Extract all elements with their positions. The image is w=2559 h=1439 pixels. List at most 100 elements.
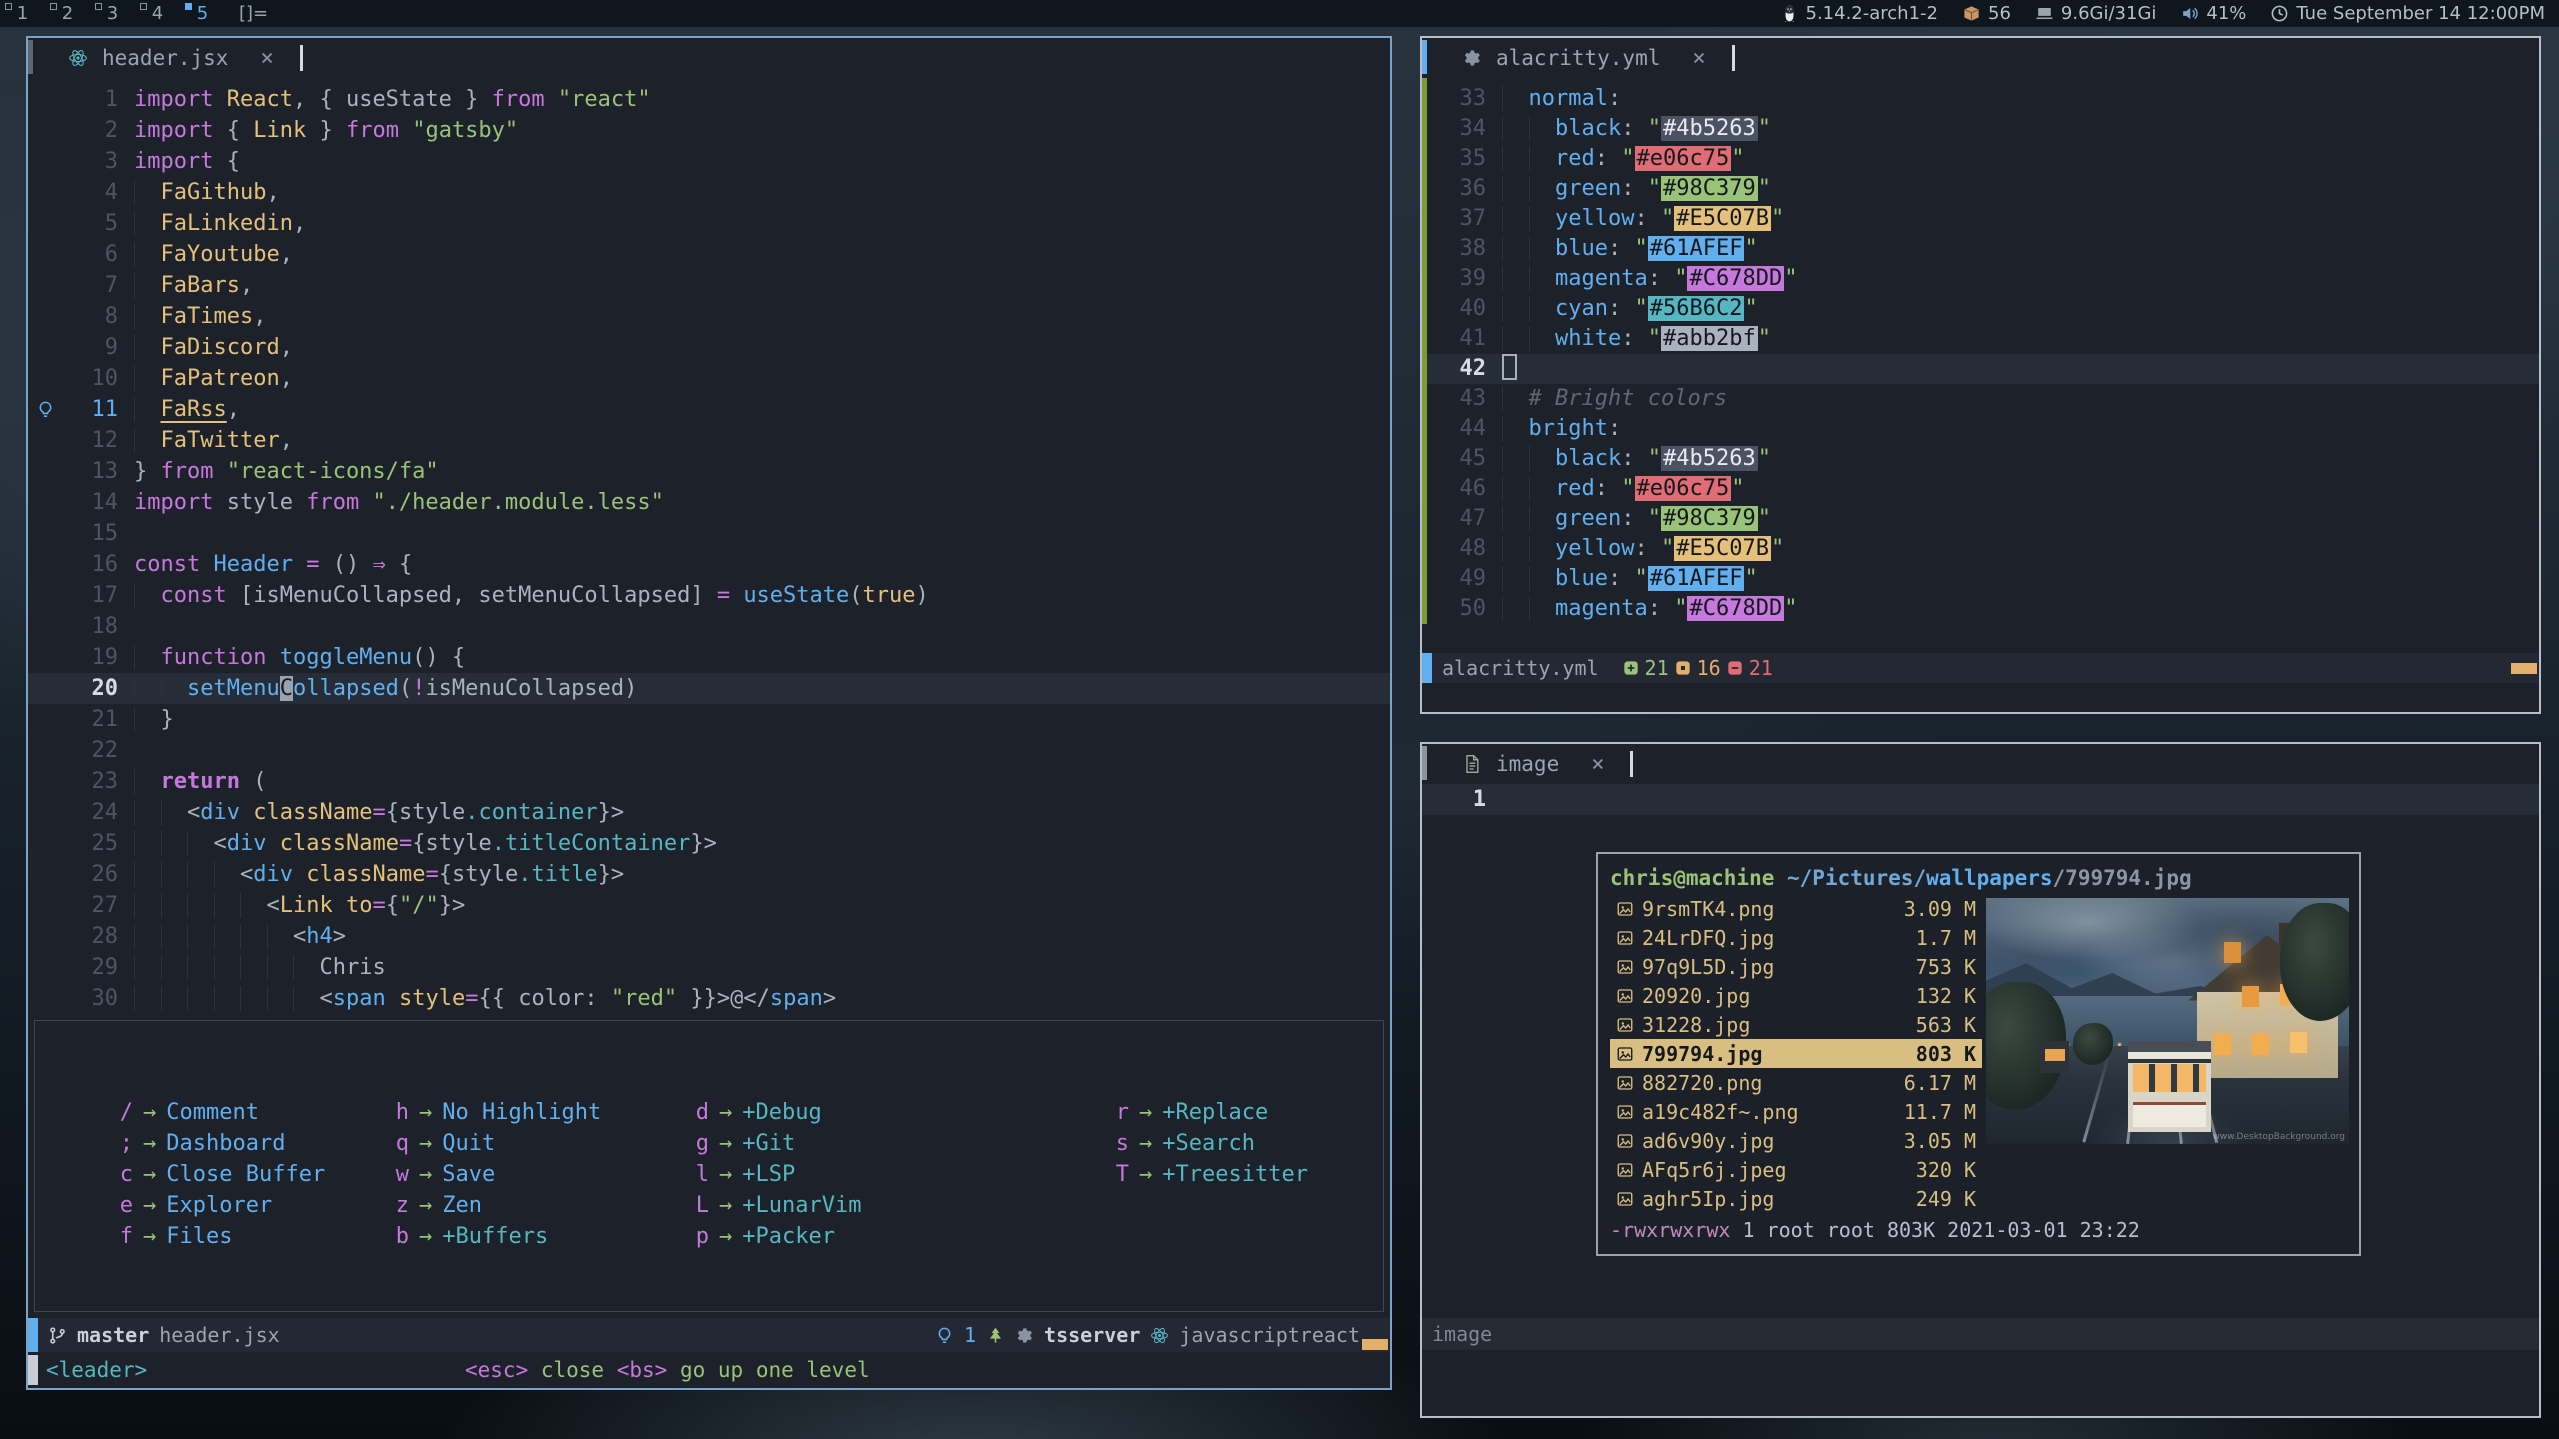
file-list-item[interactable]: ad6v90y.jpg3.05 M (1610, 1126, 1982, 1155)
code-line[interactable]: 33 normal: (1422, 84, 2539, 114)
close-icon[interactable]: × (260, 46, 273, 71)
code-line[interactable]: 22 (28, 735, 1390, 766)
code-line[interactable]: 7 FaBars, (28, 270, 1390, 301)
line-number: 36 (1434, 174, 1502, 204)
line-number: 25 (62, 828, 134, 859)
code-line[interactable]: 30 <span style={{ color: "red" }}>@</spa… (28, 983, 1390, 1014)
file-list-item[interactable]: 97q9L5D.jpg753 K (1610, 952, 1982, 981)
tab-image[interactable]: image × (1462, 751, 1633, 777)
code-line[interactable]: 28 <h4> (28, 921, 1390, 952)
code-line[interactable]: 43 # Bright colors (1422, 384, 2539, 414)
code-line[interactable]: 39 magenta: "#C678DD" (1422, 264, 2539, 294)
file-list-item[interactable]: AFq5r6j.jpeg320 K (1610, 1155, 1982, 1184)
code-line[interactable]: 1import React, { useState } from "react" (28, 84, 1390, 115)
code-line[interactable]: 45 black: "#4b5263" (1422, 444, 2539, 474)
code-line[interactable]: 35 red: "#e06c75" (1422, 144, 2539, 174)
line-number: 39 (1434, 264, 1502, 294)
code-line[interactable]: 21 } (28, 704, 1390, 735)
code-line[interactable]: 26 <div className={style.title}> (28, 859, 1390, 890)
code-line[interactable]: 12 FaTwitter, (28, 425, 1390, 456)
layout-symbol[interactable]: []= (239, 3, 268, 24)
code-line[interactable]: 2import { Link } from "gatsby" (28, 115, 1390, 146)
kernel-version: 5.14.2-arch1-2 (1806, 3, 1939, 24)
code-line[interactable]: 44 bright: (1422, 414, 2539, 444)
file-list-item[interactable]: a19c482f~.png11.7 M (1610, 1097, 1982, 1126)
code-line[interactable]: 25 <div className={style.titleContainer}… (28, 828, 1390, 859)
code-line[interactable]: 11 FaRss, (28, 394, 1390, 425)
code-line[interactable]: 38 blue: "#61AFEF" (1422, 234, 2539, 264)
code-line[interactable]: 5 FaLinkedin, (28, 208, 1390, 239)
file-list-item[interactable]: 20920.jpg132 K (1610, 981, 1982, 1010)
code-line[interactable]: 20 setMenuCollapsed(!isMenuCollapsed) (28, 673, 1390, 704)
code-line[interactable]: 34 black: "#4b5263" (1422, 114, 2539, 144)
code-line[interactable]: 8 FaTimes, (28, 301, 1390, 332)
prompt-path-dir: wallpapers (1926, 866, 2052, 890)
code-line[interactable]: 48 yellow: "#E5C07B" (1422, 534, 2539, 564)
line-number: 18 (62, 611, 134, 642)
code-line[interactable]: 42 (1422, 354, 2539, 384)
workspace-tag-5[interactable]: 5 (180, 0, 225, 27)
whichkey-binding: s→+Search (1115, 1128, 1383, 1159)
editor-window-alacritty-yml[interactable]: alacritty.yml × 33 normal:34 black: "#4b… (1420, 36, 2541, 714)
workspace-tag-3[interactable]: 3 (90, 0, 135, 27)
statusline-left: master header.jsx 1 tsserver javascriptr… (28, 1318, 1390, 1352)
whichkey-binding: b→+Buffers (395, 1221, 695, 1252)
close-icon[interactable]: × (1692, 46, 1705, 71)
editor-window-header-jsx[interactable]: header.jsx × 1import React, { useState }… (26, 36, 1392, 1390)
image-buffer[interactable]: 1 chris@machine ~/Pictures/wallpapers/79… (1422, 784, 2539, 1318)
git-added-sign-strip (1422, 78, 1427, 624)
file-list-item[interactable]: 24LrDFQ.jpg1.7 M (1610, 923, 1982, 952)
image-preview-window[interactable]: image × 1 chris@machine ~/Pictures/wallp… (1420, 742, 2541, 1418)
whichkey-popup: /→Commenth→No Highlightd→+Debugr→+Replac… (34, 1020, 1384, 1312)
workspace-tag-1[interactable]: 1 (0, 0, 45, 27)
code-line[interactable]: 3import { (28, 146, 1390, 177)
code-line[interactable]: 1 (1422, 784, 2539, 815)
code-line[interactable]: 13} from "react-icons/fa" (28, 456, 1390, 487)
close-icon[interactable]: × (1591, 752, 1604, 777)
bulb-icon[interactable] (28, 394, 62, 425)
file-list-item[interactable]: aghr5Ip.jpg249 K (1610, 1184, 1982, 1213)
diff-removed-icon (1727, 660, 1743, 676)
code-line[interactable]: 18 (28, 611, 1390, 642)
code-line[interactable]: 37 yellow: "#E5C07B" (1422, 204, 2539, 234)
code-line[interactable]: 41 white: "#abb2bf" (1422, 324, 2539, 354)
statusline-image: image (1422, 1318, 2539, 1350)
workspace-tag-4[interactable]: 4 (135, 0, 180, 27)
volume-icon (2180, 4, 2199, 23)
tab-alacritty-yml[interactable]: alacritty.yml × (1462, 45, 1735, 71)
code-line[interactable]: 17 const [isMenuCollapsed, setMenuCollap… (28, 580, 1390, 611)
workspace-tag-2[interactable]: 2 (45, 0, 90, 27)
line-number: 44 (1434, 414, 1502, 444)
code-line[interactable]: 47 green: "#98C379" (1422, 504, 2539, 534)
code-line[interactable]: 6 FaYoutube, (28, 239, 1390, 270)
code-line[interactable]: 46 red: "#e06c75" (1422, 474, 2539, 504)
code-line[interactable]: 19 function toggleMenu() { (28, 642, 1390, 673)
code-line[interactable]: 9 FaDiscord, (28, 332, 1390, 363)
code-editor-header-jsx[interactable]: 1import React, { useState } from "react"… (28, 78, 1390, 1318)
code-line[interactable]: 27 <Link to={"/"}> (28, 890, 1390, 921)
code-line[interactable]: 15 (28, 518, 1390, 549)
line-number: 6 (62, 239, 134, 270)
code-editor-alacritty[interactable]: 33 normal:34 black: "#4b5263"35 red: "#e… (1422, 78, 2539, 653)
file-list-item[interactable]: 9rsmTK4.png3.09 M (1610, 894, 1982, 923)
code-line[interactable]: 29 Chris (28, 952, 1390, 983)
code-line[interactable]: 24 <div className={style.container}> (28, 797, 1390, 828)
line-number: 46 (1434, 474, 1502, 504)
file-list-item[interactable]: 882720.png6.17 M (1610, 1068, 1982, 1097)
git-diff-stats: 21 16 21 (1623, 656, 1773, 680)
code-line[interactable]: 4 FaGithub, (28, 177, 1390, 208)
code-line[interactable]: 36 green: "#98C379" (1422, 174, 2539, 204)
code-line[interactable]: 49 blue: "#61AFEF" (1422, 564, 2539, 594)
file-list-item[interactable]: 31228.jpg563 K (1610, 1010, 1982, 1039)
code-line[interactable]: 40 cyan: "#56B6C2" (1422, 294, 2539, 324)
code-line[interactable]: 16const Header = () ⇒ { (28, 549, 1390, 580)
line-number: 11 (62, 394, 134, 425)
image-file-icon (1616, 1074, 1634, 1092)
code-line[interactable]: 10 FaPatreon, (28, 363, 1390, 394)
code-line[interactable]: 14import style from "./header.module.les… (28, 487, 1390, 518)
code-line[interactable]: 50 magenta: "#C678DD" (1422, 594, 2539, 624)
line-number: 12 (62, 425, 134, 456)
code-line[interactable]: 23 return ( (28, 766, 1390, 797)
tab-header-jsx[interactable]: header.jsx × (68, 45, 303, 71)
file-list-item[interactable]: 799794.jpg803 K (1610, 1039, 1982, 1068)
